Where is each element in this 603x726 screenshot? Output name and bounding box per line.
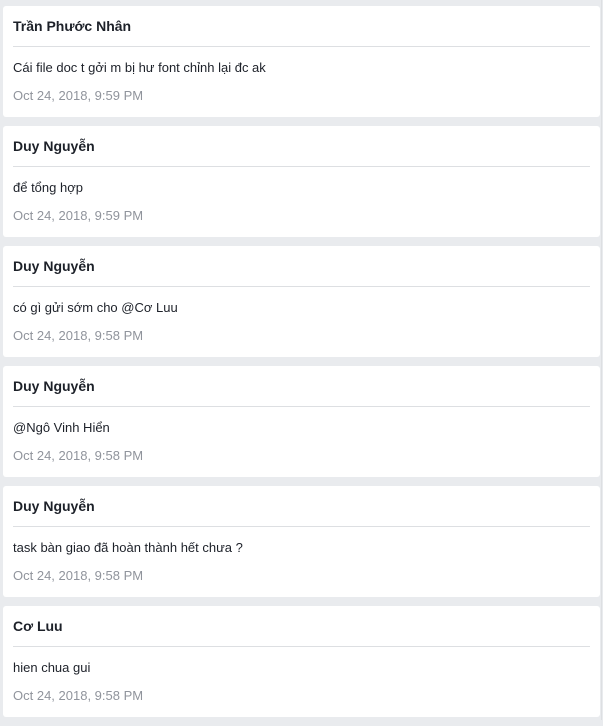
comment-time: Oct 24, 2018, 9:58 PM bbox=[13, 568, 144, 583]
comment-message: có gì gửi sớm cho @Cơ Luu bbox=[13, 300, 178, 315]
scrollbar-edge bbox=[601, 0, 602, 720]
divider bbox=[13, 406, 590, 407]
comment-time: Oct 24, 2018, 9:59 PM bbox=[13, 88, 144, 103]
comment-card: Cơ Luu hien chua gui Oct 24, 2018, 9:58 … bbox=[3, 606, 600, 717]
comment-list: Trần Phước Nhân Cái file doc t gởi m bị … bbox=[3, 6, 600, 726]
comment-message: Cái file doc t gởi m bị hư font chỉnh lạ… bbox=[13, 60, 266, 75]
divider bbox=[13, 286, 590, 287]
divider bbox=[13, 526, 590, 527]
comment-card: Duy Nguyễn để tổng hợp Oct 24, 2018, 9:5… bbox=[3, 126, 600, 237]
comment-time: Oct 24, 2018, 9:58 PM bbox=[13, 448, 144, 463]
comment-card: Duy Nguyễn task bàn giao đã hoàn thành h… bbox=[3, 486, 600, 597]
comment-message: hien chua gui bbox=[13, 660, 91, 675]
comment-card: Duy Nguyễn có gì gửi sớm cho @Cơ Luu Oct… bbox=[3, 246, 600, 357]
comment-author[interactable]: Duy Nguyễn bbox=[13, 138, 95, 154]
comment-message: task bàn giao đã hoàn thành hết chưa ? bbox=[13, 540, 243, 555]
comment-author[interactable]: Trần Phước Nhân bbox=[13, 18, 131, 34]
divider bbox=[13, 166, 590, 167]
comment-time: Oct 24, 2018, 9:58 PM bbox=[13, 688, 144, 703]
comment-card: Trần Phước Nhân Cái file doc t gởi m bị … bbox=[3, 6, 600, 117]
comment-author[interactable]: Duy Nguyễn bbox=[13, 258, 95, 274]
divider bbox=[13, 46, 590, 47]
comment-author[interactable]: Cơ Luu bbox=[13, 618, 63, 634]
comment-message: @Ngô Vinh Hiển bbox=[13, 420, 110, 435]
comment-author[interactable]: Duy Nguyễn bbox=[13, 378, 95, 394]
comment-author[interactable]: Duy Nguyễn bbox=[13, 498, 95, 514]
comment-time: Oct 24, 2018, 9:59 PM bbox=[13, 208, 144, 223]
divider bbox=[13, 646, 590, 647]
comment-message: để tổng hợp bbox=[13, 180, 83, 195]
comment-time: Oct 24, 2018, 9:58 PM bbox=[13, 328, 144, 343]
comment-card: Duy Nguyễn @Ngô Vinh Hiển Oct 24, 2018, … bbox=[3, 366, 600, 477]
